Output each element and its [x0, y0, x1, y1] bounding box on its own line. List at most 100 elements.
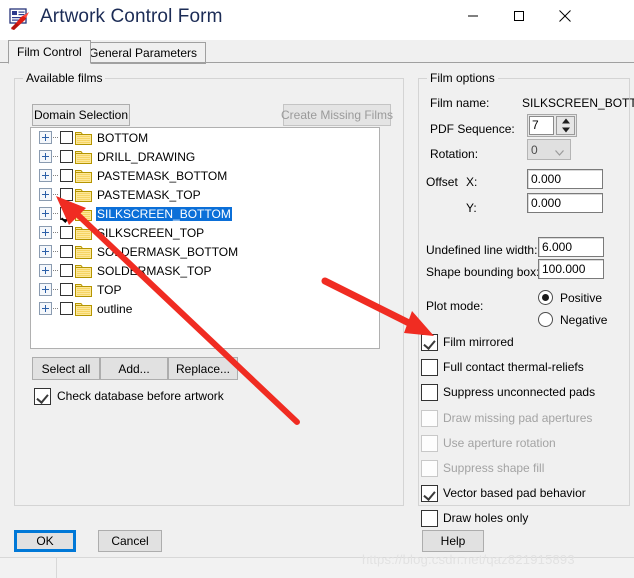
offset-x-label: X: — [466, 175, 478, 189]
film-option-label: Suppress unconnected pads — [443, 385, 596, 399]
film-option-checkbox[interactable] — [421, 485, 438, 502]
tab-general-parameters[interactable]: General Parameters — [80, 42, 207, 64]
shape-bounding-box-input[interactable]: 100.000 — [538, 259, 604, 279]
tree-item-label: SILKSCREEN_TOP — [97, 225, 205, 240]
tree-connector — [52, 283, 60, 296]
expand-plus-icon[interactable] — [39, 226, 52, 239]
film-option-checkbox[interactable] — [421, 359, 438, 376]
add-button[interactable]: Add... — [100, 357, 168, 380]
chevron-down-icon — [555, 149, 564, 156]
expand-plus-icon[interactable] — [39, 264, 52, 277]
expand-plus-icon[interactable] — [39, 169, 52, 182]
tree-row[interactable]: SOLDERMASK_BOTTOM — [31, 242, 379, 261]
close-icon[interactable] — [542, 0, 588, 32]
maximize-icon[interactable] — [496, 0, 542, 32]
watermark-text: https://blog.csdn.net/qaz821915893 — [362, 552, 575, 567]
film-option-checkbox — [421, 460, 438, 477]
tree-item-checkbox[interactable] — [60, 150, 73, 163]
folder-icon — [75, 169, 92, 183]
create-missing-films-button[interactable]: Create Missing Films — [281, 104, 393, 126]
pdf-sequence-input[interactable]: 7 — [529, 116, 555, 135]
check-database-before-artwork-checkbox[interactable] — [34, 388, 51, 405]
tree-connector — [52, 150, 60, 163]
tree-row[interactable]: BOTTOM — [31, 128, 379, 147]
undefined-line-width-label: Undefined line width: — [426, 243, 538, 257]
folder-icon — [75, 131, 92, 145]
tree-connector — [52, 207, 60, 220]
film-option-checkbox[interactable] — [421, 334, 438, 351]
expand-plus-icon[interactable] — [39, 131, 52, 144]
tree-row[interactable]: TOP — [31, 280, 379, 299]
folder-icon — [75, 283, 92, 297]
tree-item-checkbox[interactable] — [60, 283, 73, 296]
pdf-sequence-spin-buttons[interactable] — [556, 116, 575, 135]
film-option-checkbox[interactable] — [421, 384, 438, 401]
tree-connector — [52, 169, 60, 182]
tree-row[interactable]: SILKSCREEN_BOTTOM — [31, 204, 379, 223]
tree-item-checkbox[interactable] — [60, 169, 73, 182]
expand-plus-icon[interactable] — [39, 245, 52, 258]
expand-plus-icon[interactable] — [39, 150, 52, 163]
tree-item-checkbox[interactable] — [60, 131, 73, 144]
replace-button[interactable]: Replace... — [168, 357, 238, 380]
tree-item-label: TOP — [97, 282, 122, 297]
domain-selection-button[interactable]: Domain Selection — [32, 104, 130, 126]
folder-icon — [75, 302, 92, 316]
artwork-form-icon — [8, 7, 34, 33]
help-button[interactable]: Help — [422, 530, 484, 552]
expand-plus-icon[interactable] — [39, 302, 52, 315]
rotation-dropdown[interactable]: 0 — [527, 139, 571, 160]
rotation-label: Rotation: — [430, 147, 479, 161]
tree-item-checkbox[interactable] — [60, 207, 73, 220]
spin-down-icon[interactable] — [557, 126, 574, 135]
tree-item-label: SOLDERMASK_TOP — [97, 263, 212, 278]
tree-item-checkbox[interactable] — [60, 226, 73, 239]
minimize-icon[interactable] — [450, 0, 496, 32]
ok-button[interactable]: OK — [14, 530, 76, 552]
offset-y-label: Y: — [466, 201, 477, 215]
folder-icon — [75, 264, 92, 278]
film-option-label: Draw missing pad apertures — [443, 411, 593, 425]
offset-y-input[interactable]: 0.000 — [527, 193, 603, 213]
tree-row[interactable]: SILKSCREEN_TOP — [31, 223, 379, 242]
undefined-line-width-input[interactable]: 6.000 — [538, 237, 604, 257]
tree-item-label: DRILL_DRAWING — [97, 149, 196, 164]
rotation-value: 0 — [531, 142, 538, 157]
tree-item-checkbox[interactable] — [60, 264, 73, 277]
film-option-checkbox[interactable] — [421, 510, 438, 527]
folder-icon — [75, 188, 92, 202]
tree-row[interactable]: SOLDERMASK_TOP — [31, 261, 379, 280]
spin-up-icon[interactable] — [557, 117, 574, 126]
tree-row[interactable]: outline — [31, 299, 379, 318]
expand-plus-icon[interactable] — [39, 207, 52, 220]
footer-vertical-rule — [56, 558, 57, 578]
film-option-label: Full contact thermal-reliefs — [443, 360, 584, 374]
plot-mode-positive-radio[interactable] — [538, 290, 553, 305]
tree-item-label: BOTTOM — [97, 130, 149, 145]
tree-row[interactable]: PASTEMASK_TOP — [31, 185, 379, 204]
tree-item-checkbox[interactable] — [60, 188, 73, 201]
tree-connector — [52, 302, 60, 315]
available-films-tree[interactable]: BOTTOM DRILL_DRAWING PASTEMASK_BOTTOM PASTE… — [30, 127, 380, 349]
pdf-sequence-stepper[interactable]: 7 — [527, 114, 577, 137]
tree-item-label: SILKSCREEN_BOTTOM — [96, 206, 232, 221]
expand-plus-icon[interactable] — [39, 283, 52, 296]
available-films-group-title: Available films — [23, 71, 106, 85]
tree-row[interactable]: PASTEMASK_BOTTOM — [31, 166, 379, 185]
film-name-label: Film name: — [430, 96, 490, 110]
expand-plus-icon[interactable] — [39, 188, 52, 201]
offset-x-input[interactable]: 0.000 — [527, 169, 603, 189]
tree-row[interactable]: DRILL_DRAWING — [31, 147, 379, 166]
cancel-button[interactable]: Cancel — [98, 530, 162, 552]
tree-item-checkbox[interactable] — [60, 302, 73, 315]
tree-item-checkbox[interactable] — [60, 245, 73, 258]
plot-mode-negative-label: Negative — [560, 313, 608, 327]
tree-connector — [52, 226, 60, 239]
film-option-checkbox — [421, 435, 438, 452]
select-all-button[interactable]: Select all — [32, 357, 100, 380]
tab-film-control[interactable]: Film Control — [8, 40, 91, 64]
pdf-sequence-label: PDF Sequence: — [430, 122, 515, 136]
tree-connector — [52, 245, 60, 258]
plot-mode-negative-radio[interactable] — [538, 312, 553, 327]
tree-item-label: outline — [97, 301, 133, 316]
